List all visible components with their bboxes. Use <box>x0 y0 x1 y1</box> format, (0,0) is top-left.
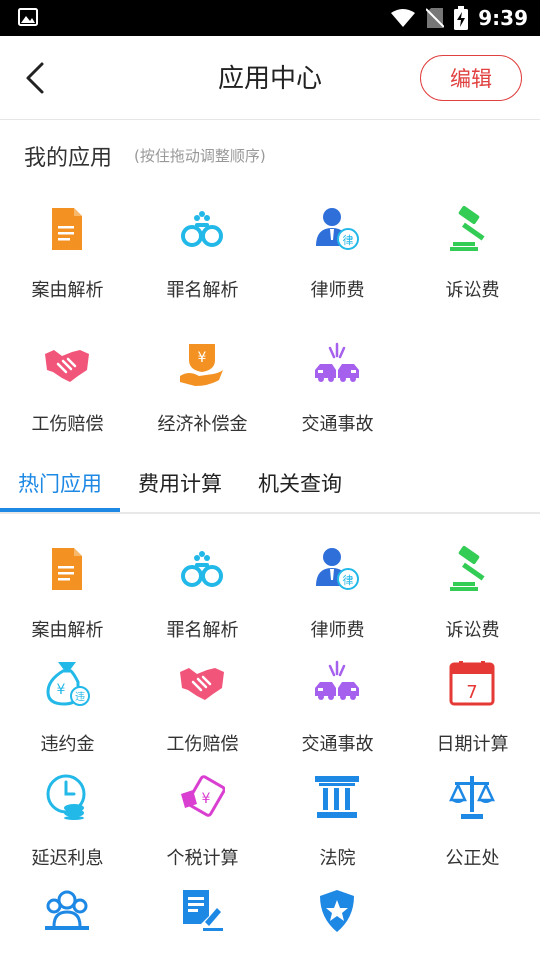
police-badge-icon <box>320 890 354 932</box>
my-app-label: 诉讼费 <box>445 280 500 301</box>
active-tab-indicator <box>0 508 120 512</box>
lawyer-icon: 律 <box>316 548 359 590</box>
my-app-item[interactable]: 工伤赔偿 <box>0 342 135 442</box>
money-hand-icon: ¥ <box>180 344 223 386</box>
my-app-label: 罪名解析 <box>166 280 239 301</box>
svg-text:¥: ¥ <box>198 350 207 366</box>
hot-app-item[interactable]: 7 日期计算 <box>405 660 540 760</box>
my-app-item[interactable]: 罪名解析 <box>135 206 270 306</box>
document-icon <box>52 208 82 250</box>
app-header: 应用中心 编辑 <box>0 36 540 120</box>
hot-app-label: 违约金 <box>40 734 95 755</box>
people-icon <box>45 890 89 930</box>
hot-app-item[interactable] <box>270 888 405 960</box>
my-apps-title: 我的应用 <box>24 146 113 171</box>
tab-fee-calculation[interactable]: 费用计算 <box>138 468 222 498</box>
my-app-item[interactable]: 案由解析 <box>0 206 135 306</box>
my-app-label: 律师费 <box>310 280 365 301</box>
svg-text:¥: ¥ <box>202 791 211 807</box>
hot-app-label: 工伤赔偿 <box>166 734 239 755</box>
my-app-item[interactable]: ¥ 经济补偿金 <box>135 342 270 442</box>
my-app-item[interactable]: 交通事故 <box>270 342 405 442</box>
status-bar: 9:39 <box>0 0 540 36</box>
hot-app-item[interactable] <box>135 888 270 960</box>
hot-app-label: 法院 <box>319 848 356 869</box>
hot-app-label: 诉讼费 <box>445 620 500 641</box>
hot-app-label: 个税计算 <box>166 848 239 869</box>
category-tabs: 热门应用 费用计算 机关查询 <box>0 456 540 514</box>
gavel-icon <box>450 546 485 591</box>
my-app-label: 交通事故 <box>301 414 374 435</box>
my-app-item[interactable]: 律 律师费 <box>270 206 405 306</box>
my-app-label: 工伤赔偿 <box>31 414 104 435</box>
hot-app-item[interactable]: 交通事故 <box>270 660 405 760</box>
hot-app-label: 交通事故 <box>301 734 374 755</box>
hot-app-label: 日期计算 <box>436 734 509 755</box>
calendar-day: 7 <box>466 682 477 703</box>
hot-app-label: 延迟利息 <box>31 848 104 869</box>
clock-coins-icon <box>46 774 86 820</box>
hot-app-label: 罪名解析 <box>166 620 239 641</box>
handcuffs-icon <box>181 551 223 587</box>
tab-hot-apps[interactable]: 热门应用 <box>18 468 102 498</box>
my-app-item[interactable]: 诉讼费 <box>405 206 540 306</box>
svg-text:律: 律 <box>343 234 354 247</box>
gavel-icon <box>450 206 485 251</box>
hot-app-item[interactable]: ¥ 个税计算 <box>135 774 270 874</box>
hot-app-item[interactable]: 诉讼费 <box>405 546 540 646</box>
status-time: 9:39 <box>478 6 528 30</box>
hot-app-item[interactable]: 法院 <box>270 774 405 874</box>
hot-app-item[interactable]: 案由解析 <box>0 546 135 646</box>
svg-text:¥: ¥ <box>57 682 66 698</box>
edit-button[interactable]: 编辑 <box>420 55 522 101</box>
hot-app-label: 律师费 <box>310 620 365 641</box>
svg-text:违: 违 <box>75 691 85 703</box>
calendar-icon: 7 <box>449 661 495 706</box>
battery-charging-icon <box>454 6 469 30</box>
hot-app-label: 案由解析 <box>31 620 104 641</box>
hot-app-item[interactable]: 公正处 <box>405 774 540 874</box>
hot-app-label: 公正处 <box>445 848 500 869</box>
hot-app-item[interactable]: 律 律师费 <box>270 546 405 646</box>
svg-text:律: 律 <box>343 574 354 587</box>
tab-agency-lookup[interactable]: 机关查询 <box>258 468 342 498</box>
car-crash-icon <box>315 342 359 382</box>
hot-app-item[interactable] <box>0 888 135 960</box>
image-icon <box>18 8 38 26</box>
handshake-icon <box>45 350 89 382</box>
lawyer-icon: 律 <box>316 208 359 250</box>
document-icon <box>52 548 82 590</box>
my-app-label: 经济补偿金 <box>157 414 248 435</box>
my-app-label: 案由解析 <box>31 280 104 301</box>
document-signature-icon <box>183 890 223 931</box>
my-apps-hint: (按住拖动调整顺序) <box>134 147 266 165</box>
hot-app-item[interactable]: 工伤赔偿 <box>135 660 270 760</box>
handshake-icon <box>180 668 224 700</box>
tax-card-icon: ¥ <box>181 775 225 817</box>
hot-app-item[interactable]: ¥ 违 违约金 <box>0 660 135 760</box>
wifi-icon <box>391 9 416 27</box>
handcuffs-icon <box>181 211 223 247</box>
no-sim-icon <box>426 8 445 28</box>
scales-icon <box>449 776 495 819</box>
money-bag-icon: ¥ 违 <box>46 662 90 706</box>
hot-app-item[interactable]: 罪名解析 <box>135 546 270 646</box>
court-pillar-icon <box>315 776 359 818</box>
hot-app-item[interactable]: 延迟利息 <box>0 774 135 874</box>
car-crash-icon <box>315 660 359 700</box>
